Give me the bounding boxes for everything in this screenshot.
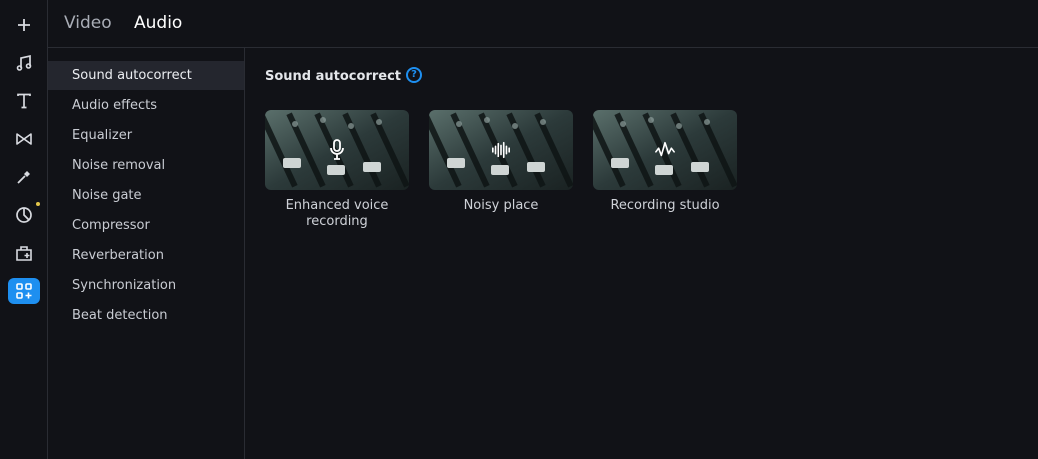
music-button[interactable] [8, 50, 40, 76]
preset-thumbnail [429, 110, 573, 190]
soundwave-icon [655, 139, 675, 161]
tab-video[interactable]: Video [64, 13, 112, 33]
preset-label: Noisy place [463, 198, 539, 213]
preset-thumbnail [265, 110, 409, 190]
preset-card-enhanced-voice[interactable]: Enhanced voice recording [265, 110, 409, 230]
audio-category-list: Sound autocorrect Audio effects Equalize… [48, 48, 245, 459]
preset-thumbnail [593, 110, 737, 190]
sidebar-item-noise-gate[interactable]: Noise gate [48, 181, 244, 210]
text-icon [17, 93, 31, 109]
sidebar-item-compressor[interactable]: Compressor [48, 211, 244, 240]
sidebar-item-sound-autocorrect[interactable]: Sound autocorrect [48, 61, 244, 90]
help-icon[interactable]: ? [406, 67, 422, 83]
microphone-icon [327, 139, 347, 161]
more-tools-icon [16, 283, 32, 299]
sidebar-item-beat-detection[interactable]: Beat detection [48, 301, 244, 330]
tool-rail [0, 0, 48, 459]
filters-button[interactable] [8, 164, 40, 190]
preset-label: Enhanced voice recording [285, 198, 389, 229]
preset-label: Recording studio [610, 198, 720, 213]
transitions-icon [16, 133, 32, 145]
top-tab-bar: Video Audio [48, 0, 1038, 48]
transitions-button[interactable] [8, 126, 40, 152]
stickers-button[interactable] [8, 202, 40, 228]
text-button[interactable] [8, 88, 40, 114]
store-icon [16, 246, 32, 261]
preset-card-noisy-place[interactable]: Noisy place [429, 110, 573, 214]
sidebar-item-reverberation[interactable]: Reverberation [48, 241, 244, 270]
sidebar-item-noise-removal[interactable]: Noise removal [48, 151, 244, 180]
add-icon [18, 19, 30, 31]
sidebar-item-audio-effects[interactable]: Audio effects [48, 91, 244, 120]
sidebar-item-equalizer[interactable]: Equalizer [48, 121, 244, 150]
add-button[interactable] [8, 12, 40, 38]
tab-audio[interactable]: Audio [134, 13, 182, 33]
waveform-icon [491, 139, 511, 161]
more-tools-button[interactable] [8, 278, 40, 304]
magic-wand-icon [17, 171, 30, 184]
preset-card-recording-studio[interactable]: Recording studio [593, 110, 737, 214]
stickers-icon [16, 207, 32, 223]
music-icon [16, 54, 32, 71]
store-button[interactable] [8, 240, 40, 266]
panel-title: Sound autocorrect [265, 69, 402, 84]
sidebar-item-synchronization[interactable]: Synchronization [48, 271, 244, 300]
notification-dot [36, 202, 40, 206]
